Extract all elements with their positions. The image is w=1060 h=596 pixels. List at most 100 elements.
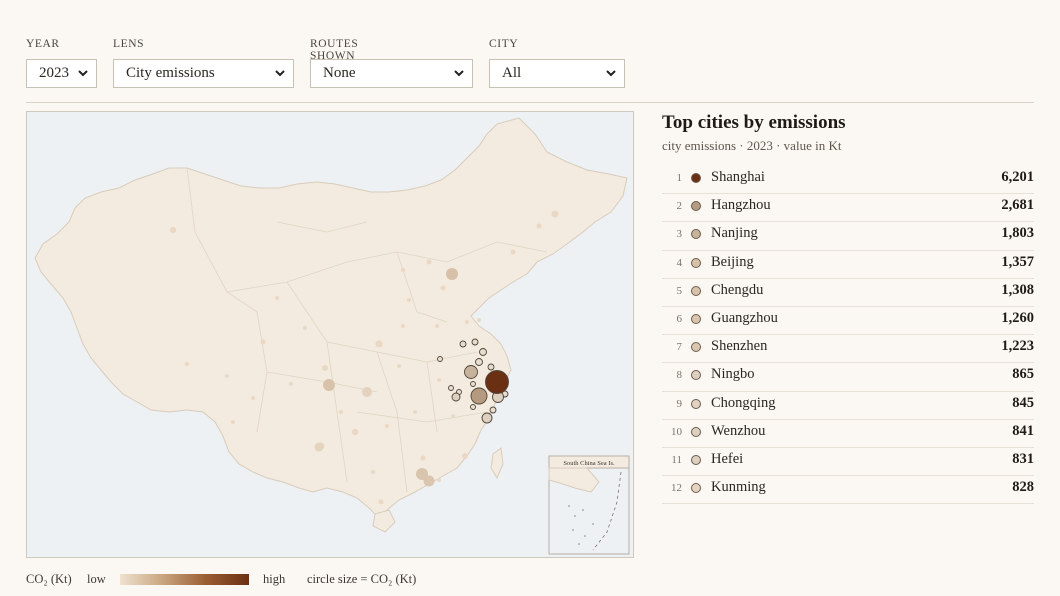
bubble-shanghai[interactable] [485, 370, 509, 394]
city-name: Chongqing [711, 394, 776, 411]
chevron-down-icon [454, 70, 464, 77]
bubble-minor-9[interactable] [470, 404, 476, 410]
lens-value: City emissions [126, 65, 215, 81]
lens-control: LENS City emissions [113, 38, 294, 88]
bubble-shenzhen[interactable] [423, 475, 435, 487]
bubble-nanjing[interactable] [464, 365, 478, 379]
city-value: 2,681 [1001, 197, 1034, 214]
rank-number: 11 [671, 453, 682, 466]
bubble-beijing[interactable] [446, 268, 458, 280]
year-control: YEAR 2023 [26, 38, 97, 88]
bubble-minor-2[interactable] [459, 340, 467, 348]
city-value: 841 [1012, 422, 1034, 439]
city-value: 1,357 [1001, 253, 1034, 270]
rank-number: 4 [676, 256, 683, 269]
rank-color-dot [691, 313, 701, 324]
divider [26, 102, 1034, 103]
rank-color-dot [691, 285, 701, 296]
rank-row[interactable]: 7 Shenzhen 1,223 [662, 335, 1034, 364]
rank-row[interactable]: 11 Hefei 831 [662, 448, 1034, 477]
rank-number: 7 [676, 341, 683, 354]
bubble-hangzhou[interactable] [470, 387, 488, 405]
city-name: Kunming [711, 479, 766, 496]
rank-color-dot [691, 201, 701, 212]
city-select[interactable]: All [489, 59, 625, 88]
bubble-minor-6[interactable] [448, 385, 454, 391]
chevron-down-icon [606, 70, 616, 77]
bubble-minor-10[interactable] [489, 406, 497, 414]
city-name: Chengdu [711, 281, 764, 298]
rank-number: 2 [676, 200, 683, 213]
rank-list: 1 Shanghai 6,201 2 Hangzhou 2,681 3 Nanjing 1,80… [662, 166, 1034, 505]
rank-color-dot [691, 173, 701, 183]
bubble-wenzhou[interactable] [481, 412, 493, 424]
city-name: Hangzhou [711, 197, 771, 214]
routes-label: ROUTES SHOWN [310, 38, 359, 62]
year-label: YEAR [26, 38, 60, 50]
routes-select[interactable]: None [310, 59, 473, 88]
rank-color-dot [691, 257, 701, 268]
bubble-minor-1[interactable] [471, 338, 479, 346]
bubble-hefei[interactable] [451, 392, 461, 402]
map-inset[interactable]: South China Sea Is. [548, 455, 630, 555]
legend-size-note: circle size = CO₂ (Kt) [307, 572, 417, 586]
city-value: 1,260 [1001, 309, 1034, 326]
bubble-chengdu[interactable] [323, 379, 335, 391]
city-value: 1,308 [1001, 281, 1034, 298]
city-name: Wenzhou [711, 422, 766, 439]
city-name: Guangzhou [711, 309, 778, 326]
city-value: All [502, 65, 522, 81]
bubble-chongqing[interactable] [362, 387, 372, 397]
bubble-minor-5[interactable] [437, 356, 443, 362]
rank-row[interactable]: 10 Wenzhou 841 [662, 420, 1034, 448]
rank-row[interactable]: 1 Shanghai 6,201 [662, 166, 1034, 195]
rank-color-dot [691, 398, 701, 409]
lens-select[interactable]: City emissions [113, 59, 294, 88]
rank-row[interactable]: 5 Chengdu 1,308 [662, 279, 1034, 307]
year-select[interactable]: 2023 [26, 59, 97, 88]
city-value: 828 [1012, 479, 1034, 496]
hainan-island[interactable] [372, 509, 396, 533]
taiwan-island[interactable] [490, 447, 504, 480]
rank-row[interactable]: 12 Kunming 828 [662, 476, 1034, 505]
china-landmass[interactable] [34, 117, 628, 517]
lens-label: LENS [113, 38, 145, 50]
city-name: Beijing [711, 253, 754, 270]
bubble-minor-4[interactable] [475, 358, 483, 366]
bubble-minor-3[interactable] [479, 348, 487, 356]
rank-number: 5 [676, 284, 683, 297]
city-value: 831 [1012, 450, 1034, 467]
routes-control: ROUTES SHOWN None [310, 38, 473, 88]
bubble-minor-11[interactable] [487, 363, 495, 371]
rank-number: 12 [671, 482, 682, 495]
emissions-map[interactable]: South China Sea Is. [26, 111, 634, 558]
rank-row[interactable]: 3 Nanjing 1,803 [662, 222, 1034, 251]
rank-row[interactable]: 9 Chongqing 845 [662, 392, 1034, 420]
legend-low: low [87, 572, 106, 586]
city-value: 1,803 [1001, 225, 1034, 242]
legend-high: high [263, 572, 286, 586]
chevron-down-icon [275, 70, 285, 77]
bubble-minor-8[interactable] [470, 381, 476, 387]
legend-metric: CO₂ (Kt) [26, 572, 72, 586]
rank-row[interactable]: 6 Guangzhou 1,260 [662, 307, 1034, 336]
rank-number: 10 [671, 425, 682, 438]
rank-color-dot [691, 342, 701, 353]
rank-row[interactable]: 8 Ningbo 865 [662, 363, 1034, 392]
inset-label: South China Sea Is. [563, 460, 615, 467]
rank-number: 3 [676, 228, 683, 241]
city-control: CITY All [489, 38, 625, 88]
routes-value: None [323, 65, 356, 81]
rank-row[interactable]: 2 Hangzhou 2,681 [662, 194, 1034, 223]
rank-color-dot [691, 454, 701, 465]
bubble-kunming[interactable] [314, 442, 324, 452]
rank-number: 9 [676, 397, 683, 410]
rank-color-dot [691, 483, 701, 494]
rank-number: 1 [676, 172, 683, 184]
panel-title: Top cities by emissions [662, 112, 846, 133]
city-label: CITY [489, 38, 519, 50]
rank-row[interactable]: 4 Beijing 1,357 [662, 251, 1034, 279]
city-value: 1,223 [1001, 338, 1034, 355]
panel-subtitle: city emissions · 2023 · value in Kt [662, 138, 842, 153]
year-value: 2023 [39, 65, 69, 81]
